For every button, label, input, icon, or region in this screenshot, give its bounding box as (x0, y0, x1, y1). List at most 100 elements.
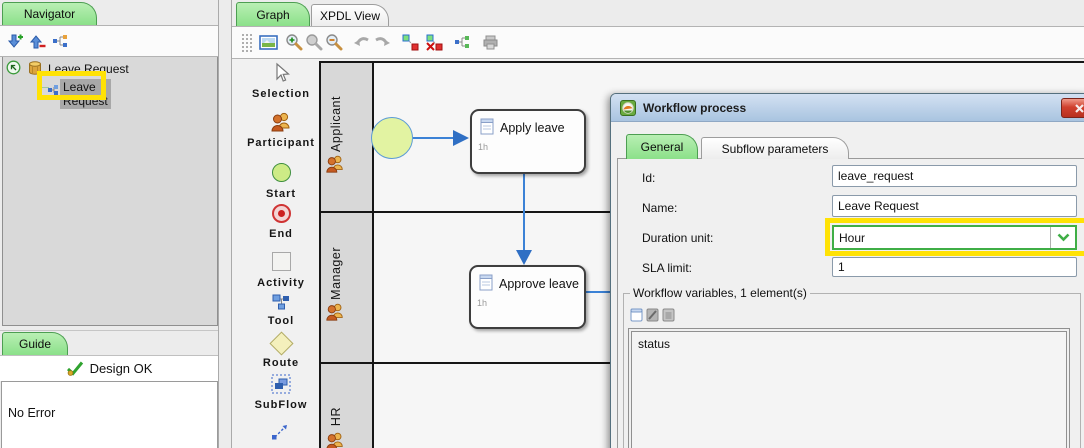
palette-activity-label: Activity (238, 277, 324, 289)
palette-activity[interactable] (238, 252, 324, 276)
close-icon (1075, 104, 1084, 113)
name-field-input[interactable] (832, 195, 1077, 217)
lane-label-hr[interactable]: HR (329, 407, 343, 426)
xpdl-view-tab[interactable]: XPDL View (311, 4, 389, 26)
delete-variable-icon[interactable] (662, 308, 675, 327)
remove-node-icon[interactable] (27, 31, 47, 51)
edit-variable-icon[interactable] (646, 308, 659, 327)
transition-apply-to-approve[interactable] (523, 170, 525, 251)
xpdl-view-tab-label: XPDL View (320, 9, 380, 23)
duration-unit-value: Hour (834, 231, 1050, 245)
palette-selection-label: Selection (238, 88, 324, 100)
palette-subflow-label: SubFlow (238, 399, 324, 411)
dialog-tab-general-label: General (641, 140, 684, 154)
name-field-label: Name: (642, 201, 677, 215)
graph-tab-label: Graph (256, 8, 289, 22)
activity-node-approve-leave[interactable]: Approve leave 1h (469, 265, 586, 329)
design-ok-check-icon (66, 361, 84, 376)
dialog-tab-general[interactable]: General (626, 134, 698, 159)
palette-subflow[interactable] (238, 374, 324, 399)
palette-participant-label: Participant (238, 137, 324, 149)
graph-toolbar (232, 26, 1084, 59)
selection-cursor-icon (271, 71, 291, 88)
transition-icon (271, 428, 291, 445)
toolbar-drag-handle[interactable] (241, 33, 253, 52)
guide-message: No Error (8, 406, 55, 420)
pointer-marker-icon (6, 60, 21, 80)
dialog-title: Workflow process (643, 101, 746, 115)
duration-unit-select[interactable]: Hour (832, 225, 1077, 250)
start-node[interactable] (371, 117, 413, 159)
navigator-tab[interactable]: Navigator (2, 2, 97, 25)
workflow-variables-legend: Workflow variables, 1 element(s) (630, 286, 810, 300)
workflow-variables-fieldset: Workflow variables, 1 element(s) status (623, 286, 1081, 448)
lane-header-border (372, 61, 374, 448)
node-label: Approve leave (499, 277, 579, 291)
pool-top-border (319, 61, 1084, 63)
tool-icon (272, 298, 291, 315)
sla-limit-label: SLA limit: (642, 261, 692, 275)
align-nodes-icon[interactable] (400, 32, 420, 52)
node-duration: 1h (477, 298, 487, 308)
tree-layout-icon[interactable] (452, 32, 472, 52)
lane-applicant-participant-icon (324, 154, 346, 179)
panel-divider-left[interactable] (218, 0, 219, 448)
lane-label-applicant[interactable]: Applicant (329, 96, 343, 152)
guide-tab[interactable]: Guide (2, 332, 68, 355)
zoom-in-icon[interactable] (284, 32, 304, 52)
guide-status-label: Design OK (90, 361, 153, 376)
navigator-tree: Leave Request Leave Request (2, 56, 218, 326)
palette-participant[interactable] (238, 111, 324, 138)
lane-label-manager[interactable]: Manager (329, 247, 343, 300)
zoom-out-icon[interactable] (324, 32, 344, 52)
participant-icon (269, 120, 293, 137)
palette-route[interactable] (238, 332, 324, 357)
sla-limit-input[interactable] (832, 257, 1077, 277)
id-field-input[interactable] (832, 165, 1077, 187)
variables-list[interactable]: status (631, 331, 1067, 448)
id-field-label: Id: (642, 171, 655, 185)
delete-nodes-icon[interactable] (424, 32, 444, 52)
tree-view-icon[interactable] (50, 31, 70, 51)
activity-node-apply-leave[interactable]: Apply leave 1h (470, 109, 586, 174)
transition-start-to-apply[interactable] (413, 137, 454, 139)
palette-start-label: Start (238, 188, 324, 200)
transition-approve-out[interactable] (582, 291, 612, 293)
workflow-node-icon (48, 82, 58, 100)
export-icon[interactable] (480, 32, 500, 52)
subflow-icon (271, 381, 291, 398)
redo-icon[interactable] (372, 32, 392, 52)
close-button[interactable] (1061, 98, 1084, 118)
node-label: Apply leave (500, 121, 565, 135)
dialog-app-icon (620, 100, 636, 121)
palette-end-label: End (238, 228, 324, 240)
add-node-icon[interactable] (5, 31, 25, 51)
graph-tab[interactable]: Graph (236, 2, 310, 26)
palette-selection[interactable] (238, 62, 324, 89)
task-doc-icon (479, 274, 493, 296)
palette-transition[interactable] (238, 421, 324, 446)
navigator-toolbar (0, 25, 218, 57)
lane-manager-participant-icon (324, 302, 346, 327)
snapshot-icon[interactable] (258, 32, 278, 52)
palette-start[interactable] (238, 163, 324, 187)
duration-unit-label: Duration unit: (642, 231, 713, 245)
palette-tool[interactable] (238, 294, 324, 316)
variable-item[interactable]: status (632, 332, 1066, 351)
dialog-titlebar[interactable]: Workflow process (611, 94, 1084, 122)
palette-end[interactable] (238, 204, 324, 223)
guide-tab-label: Guide (19, 337, 51, 351)
guide-message-box: No Error (1, 381, 218, 448)
variables-listbox: status (628, 328, 1070, 448)
new-variable-icon[interactable] (630, 308, 643, 327)
start-icon (272, 163, 291, 182)
dialog-tab-subflow[interactable]: Subflow parameters (701, 137, 849, 159)
palette-tool-label: Tool (238, 315, 324, 327)
zoom-tool-icon[interactable] (304, 32, 324, 52)
route-icon (269, 331, 293, 355)
app-window: Navigator Leave Request (0, 0, 1084, 448)
task-doc-icon (480, 118, 494, 140)
tree-child-label: Leave Request (60, 79, 111, 109)
undo-icon[interactable] (352, 32, 372, 52)
navigator-tab-label: Navigator (24, 7, 75, 21)
